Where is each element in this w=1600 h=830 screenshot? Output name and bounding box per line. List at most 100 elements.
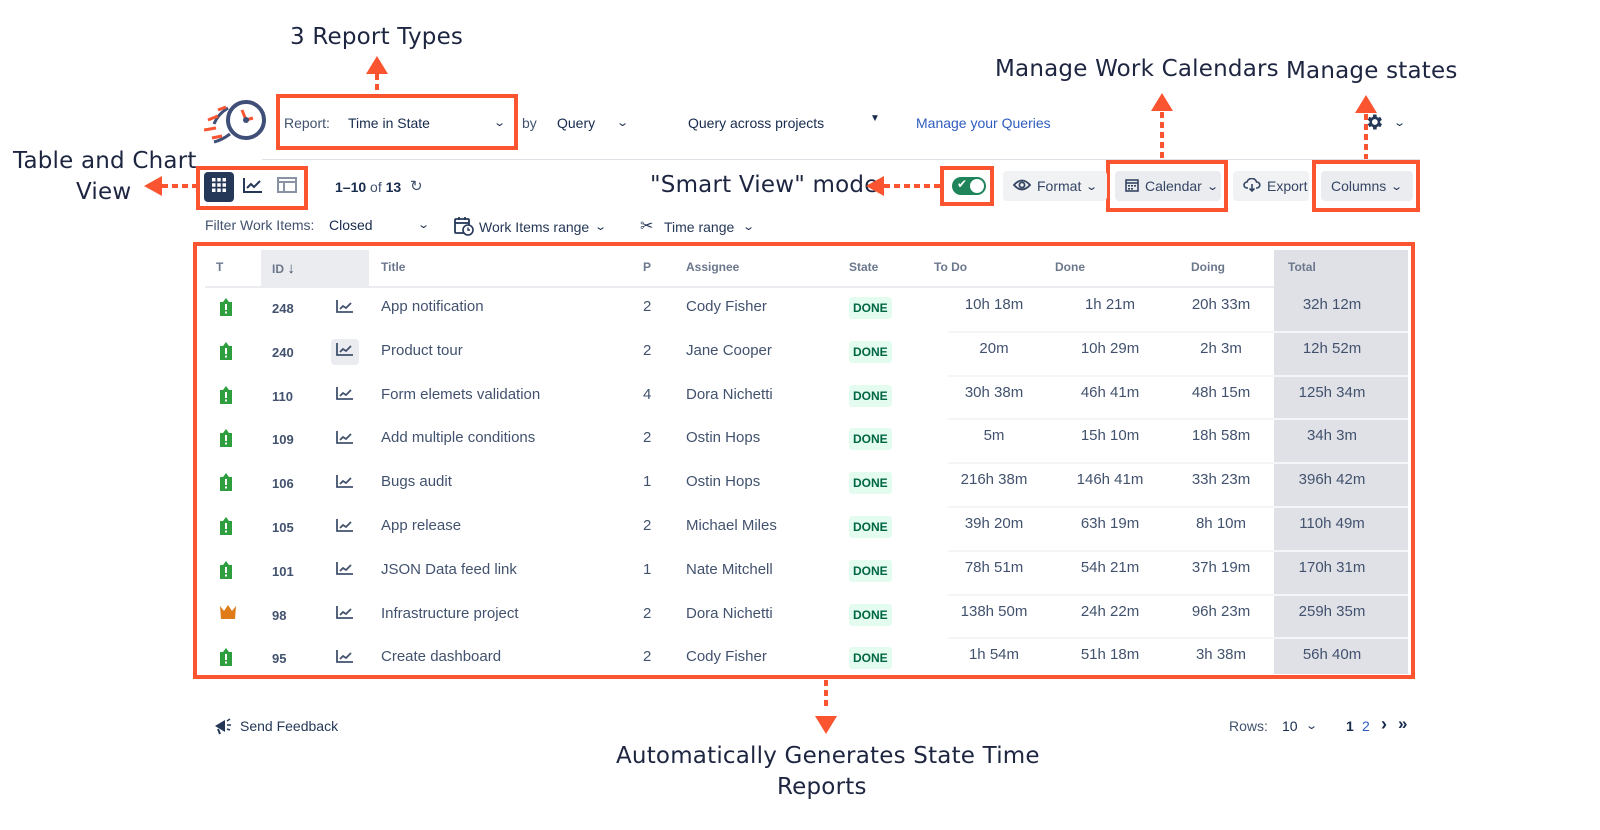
filter-label: Filter Work Items: — [205, 217, 315, 233]
row-title[interactable]: Add multiple conditions — [381, 429, 535, 446]
by-select[interactable]: Query — [557, 115, 595, 131]
row-chart-button[interactable] — [331, 602, 359, 628]
row-id[interactable]: 98 — [272, 608, 286, 623]
chevron-down-icon[interactable]: ⌄ — [1305, 719, 1318, 732]
row-title[interactable]: Product tour — [381, 342, 463, 359]
chevron-down-icon[interactable]: ⌄ — [594, 220, 607, 233]
chevron-down-icon[interactable]: ⌄ — [1393, 116, 1406, 129]
row-id[interactable]: 240 — [272, 345, 294, 360]
report-select[interactable]: Time in State — [348, 115, 430, 131]
row-id[interactable]: 109 — [272, 432, 294, 447]
row-id[interactable]: 101 — [272, 564, 294, 579]
col-header-done[interactable]: Done — [1055, 260, 1085, 274]
row-total-time: 32h 12m — [1302, 296, 1362, 313]
chart-icon — [336, 299, 354, 318]
row-todo-time: 216h 38m — [960, 471, 1028, 489]
row-id[interactable]: 95 — [272, 651, 286, 666]
status-badge: DONE — [849, 340, 892, 363]
row-chart-button[interactable] — [331, 645, 359, 671]
row-title[interactable]: App notification — [381, 298, 484, 315]
chevron-down-icon[interactable]: ⌄ — [742, 220, 755, 233]
chart-view-button[interactable] — [238, 172, 268, 202]
next-page-icon[interactable]: › — [1381, 714, 1387, 735]
col-header-type[interactable]: T — [216, 260, 223, 274]
epic-icon — [219, 604, 237, 624]
page-2-button[interactable]: 2 — [1362, 718, 1370, 734]
col-header-id[interactable]: ID ↓ — [272, 260, 295, 277]
send-feedback-label: Send Feedback — [240, 718, 339, 734]
row-chart-button[interactable] — [331, 558, 359, 584]
row-chart-button[interactable] — [331, 426, 359, 452]
check-icon: ✔ — [957, 177, 968, 191]
row-title[interactable]: Create dashboard — [381, 648, 501, 665]
col-header-state[interactable]: State — [849, 260, 878, 274]
story-icon — [219, 517, 233, 540]
app-logo — [203, 98, 268, 146]
rows-per-page-select[interactable]: 10 — [1282, 718, 1298, 734]
col-header-priority[interactable]: P — [643, 260, 651, 274]
chevron-down-icon[interactable]: ⌄ — [616, 116, 629, 129]
chart-icon — [336, 474, 354, 493]
row-title[interactable]: JSON Data feed link — [381, 561, 517, 578]
row-total-time: 56h 40m — [1302, 646, 1362, 664]
gear-icon[interactable] — [1364, 112, 1384, 137]
row-title[interactable]: Infrastructure project — [381, 605, 519, 622]
row-total-time: 259h 35m — [1298, 602, 1366, 620]
row-done-time: 51h 18m — [1080, 646, 1140, 664]
chevron-down-icon: ⌄ — [1390, 180, 1404, 193]
row-chart-button[interactable] — [331, 383, 359, 409]
col-header-total[interactable]: Total — [1288, 260, 1316, 274]
caret-down-icon[interactable]: ▼ — [870, 113, 880, 124]
row-doing-time: 2h 3m — [1200, 339, 1242, 357]
row-chart-button[interactable] — [331, 470, 359, 496]
row-divider — [948, 549, 1408, 552]
col-header-title[interactable]: Title — [381, 260, 405, 274]
row-todo-time: 138h 50m — [960, 602, 1028, 620]
export-button[interactable]: Export — [1233, 171, 1309, 201]
row-id[interactable]: 106 — [272, 476, 294, 491]
columns-button[interactable]: Columns ⌄ — [1321, 171, 1413, 201]
row-assignee: Dora Nichetti — [686, 385, 773, 403]
row-title[interactable]: Bugs audit — [381, 473, 452, 490]
chart-icon — [336, 342, 354, 361]
last-page-icon[interactable]: » — [1398, 714, 1407, 734]
row-chart-button[interactable] — [331, 295, 359, 321]
col-header-assignee[interactable]: Assignee — [686, 260, 739, 274]
row-chart-button[interactable] — [331, 514, 359, 540]
story-icon — [219, 560, 233, 584]
row-divider — [948, 330, 1408, 333]
megaphone-icon — [213, 718, 235, 739]
chart-icon — [336, 605, 354, 624]
refresh-icon[interactable]: ↻ — [410, 177, 423, 195]
manage-queries-link[interactable]: Manage your Queries — [916, 115, 1051, 131]
page-1-button[interactable]: 1 — [1346, 718, 1354, 734]
annotation-auto-reports-2: Reports — [777, 774, 867, 800]
chevron-down-icon[interactable]: ⌄ — [417, 218, 430, 231]
row-title[interactable]: Form elemets validation — [381, 386, 540, 403]
status-filter-select[interactable]: Closed — [329, 217, 373, 233]
col-header-doing[interactable]: Doing — [1191, 260, 1225, 274]
annotation-table-chart-2: View — [76, 179, 132, 205]
time-range-select[interactable]: Time range — [664, 219, 734, 235]
table-view-button[interactable] — [204, 172, 234, 202]
format-button[interactable]: Format ⌄ — [1003, 171, 1107, 201]
row-id[interactable]: 105 — [272, 520, 294, 535]
row-todo-time: 78h 51m — [964, 558, 1024, 576]
query-scope-select[interactable]: Query across projects — [688, 115, 824, 131]
row-chart-button[interactable] — [331, 338, 359, 365]
send-feedback-button[interactable]: Send Feedback — [213, 717, 338, 740]
chevron-down-icon: ⌄ — [1085, 180, 1099, 193]
chart-icon — [336, 518, 354, 537]
row-id[interactable]: 248 — [272, 301, 294, 316]
chart-icon — [336, 386, 354, 405]
work-items-range-select[interactable]: Work Items range — [479, 219, 589, 235]
annotation-arrow — [144, 176, 162, 196]
row-title[interactable]: App release — [381, 517, 461, 534]
layout-view-button[interactable] — [272, 172, 302, 202]
col-header-todo[interactable]: To Do — [934, 260, 967, 274]
chart-icon — [336, 430, 354, 449]
calendar-button[interactable]: Calendar ⌄ — [1115, 171, 1221, 201]
smart-view-toggle[interactable]: ✔ — [952, 177, 986, 195]
row-id[interactable]: 110 — [272, 389, 293, 404]
chevron-down-icon[interactable]: ⌄ — [493, 116, 506, 129]
